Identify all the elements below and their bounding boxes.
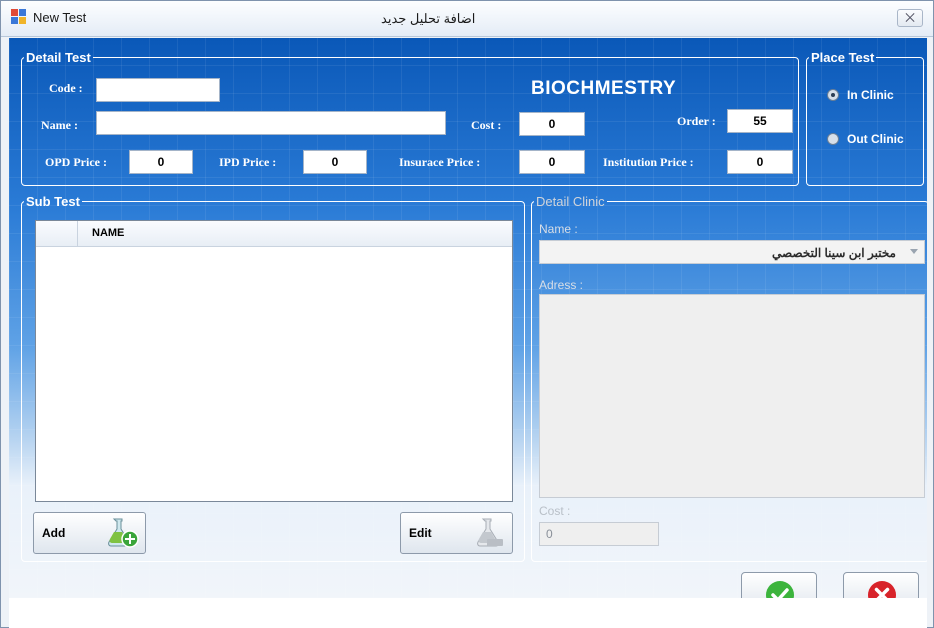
name-column-header[interactable]: NAME [92, 227, 124, 239]
order-label: Order : [677, 114, 716, 128]
detail-test-legend: Detail Test [26, 50, 91, 65]
flask-edit-icon [477, 518, 503, 547]
edit-button-label: Edit [409, 526, 432, 540]
chevron-down-icon[interactable] [910, 249, 918, 254]
check-icon [766, 581, 794, 598]
department-title: BIOCHMESTRY [531, 78, 677, 99]
add-button[interactable]: Add [33, 512, 146, 554]
radio-in-clinic[interactable]: In Clinic [827, 88, 894, 102]
code-input[interactable] [96, 78, 220, 102]
radio-in-clinic-label: In Clinic [847, 88, 894, 102]
clinic-cost-input[interactable]: 0 [539, 522, 659, 546]
institution-price-input[interactable]: 0 [727, 150, 793, 174]
radio-out-clinic-label: Out Clinic [847, 132, 904, 146]
clinic-name-value: مختبر ابن سينا التخصصي [772, 246, 896, 260]
radio-out-clinic-indicator[interactable] [827, 133, 839, 145]
clinic-name-select[interactable]: مختبر ابن سينا التخصصي [539, 240, 925, 264]
grid-corner-cell[interactable] [36, 221, 78, 247]
radio-in-clinic-indicator[interactable] [827, 89, 839, 101]
window-title-arabic: اضافة تحليل جديد [381, 11, 476, 26]
cancel-x-icon [868, 581, 896, 598]
clinic-name-label: Name : [539, 222, 578, 236]
ipd-price-label: IPD Price : [219, 155, 277, 169]
ok-button[interactable] [741, 572, 817, 598]
add-button-label: Add [42, 526, 66, 540]
form-body: Detail Test Code : BIOCHMESTRY Name : Co… [9, 38, 927, 598]
place-test-group: Place Test [806, 50, 924, 186]
opd-price-input[interactable]: 0 [129, 150, 193, 174]
sub-test-grid[interactable]: NAME [35, 220, 513, 502]
insurance-price-label: Insurace Price : [399, 155, 481, 169]
flask-add-icon [108, 518, 139, 548]
window-title: New Test [33, 9, 87, 25]
cancel-button[interactable] [843, 572, 919, 598]
grid-header: NAME [36, 221, 512, 247]
cost-input[interactable]: 0 [519, 112, 585, 136]
clinic-cost-label: Cost : [539, 504, 571, 518]
insurance-price-input[interactable]: 0 [519, 150, 585, 174]
clinic-address-label: Adress : [539, 278, 584, 292]
code-label: Code : [49, 81, 83, 95]
title-bar: New Test اضافة تحليل جديد ⨉ [1, 1, 933, 37]
app-icon [11, 9, 27, 25]
close-button[interactable]: ⨉ [897, 9, 923, 27]
order-input[interactable]: 55 [727, 109, 793, 133]
detail-clinic-legend: Detail Clinic [536, 194, 605, 209]
radio-out-clinic[interactable]: Out Clinic [827, 132, 904, 146]
title-area: New Test [11, 9, 86, 25]
clinic-address-textarea[interactable] [539, 294, 925, 498]
name-input[interactable] [96, 111, 446, 135]
ipd-price-input[interactable]: 0 [303, 150, 367, 174]
sub-test-legend: Sub Test [26, 194, 80, 209]
new-test-window: New Test اضافة تحليل جديد ⨉ Detail Test … [0, 0, 934, 628]
bottom-strip [9, 598, 927, 628]
name-label: Name : [41, 118, 78, 132]
place-test-legend: Place Test [811, 50, 875, 65]
cost-label: Cost : [471, 118, 502, 132]
opd-price-label: OPD Price : [45, 155, 107, 169]
edit-button[interactable]: Edit [400, 512, 513, 554]
institution-price-label: Institution Price : [603, 155, 694, 169]
